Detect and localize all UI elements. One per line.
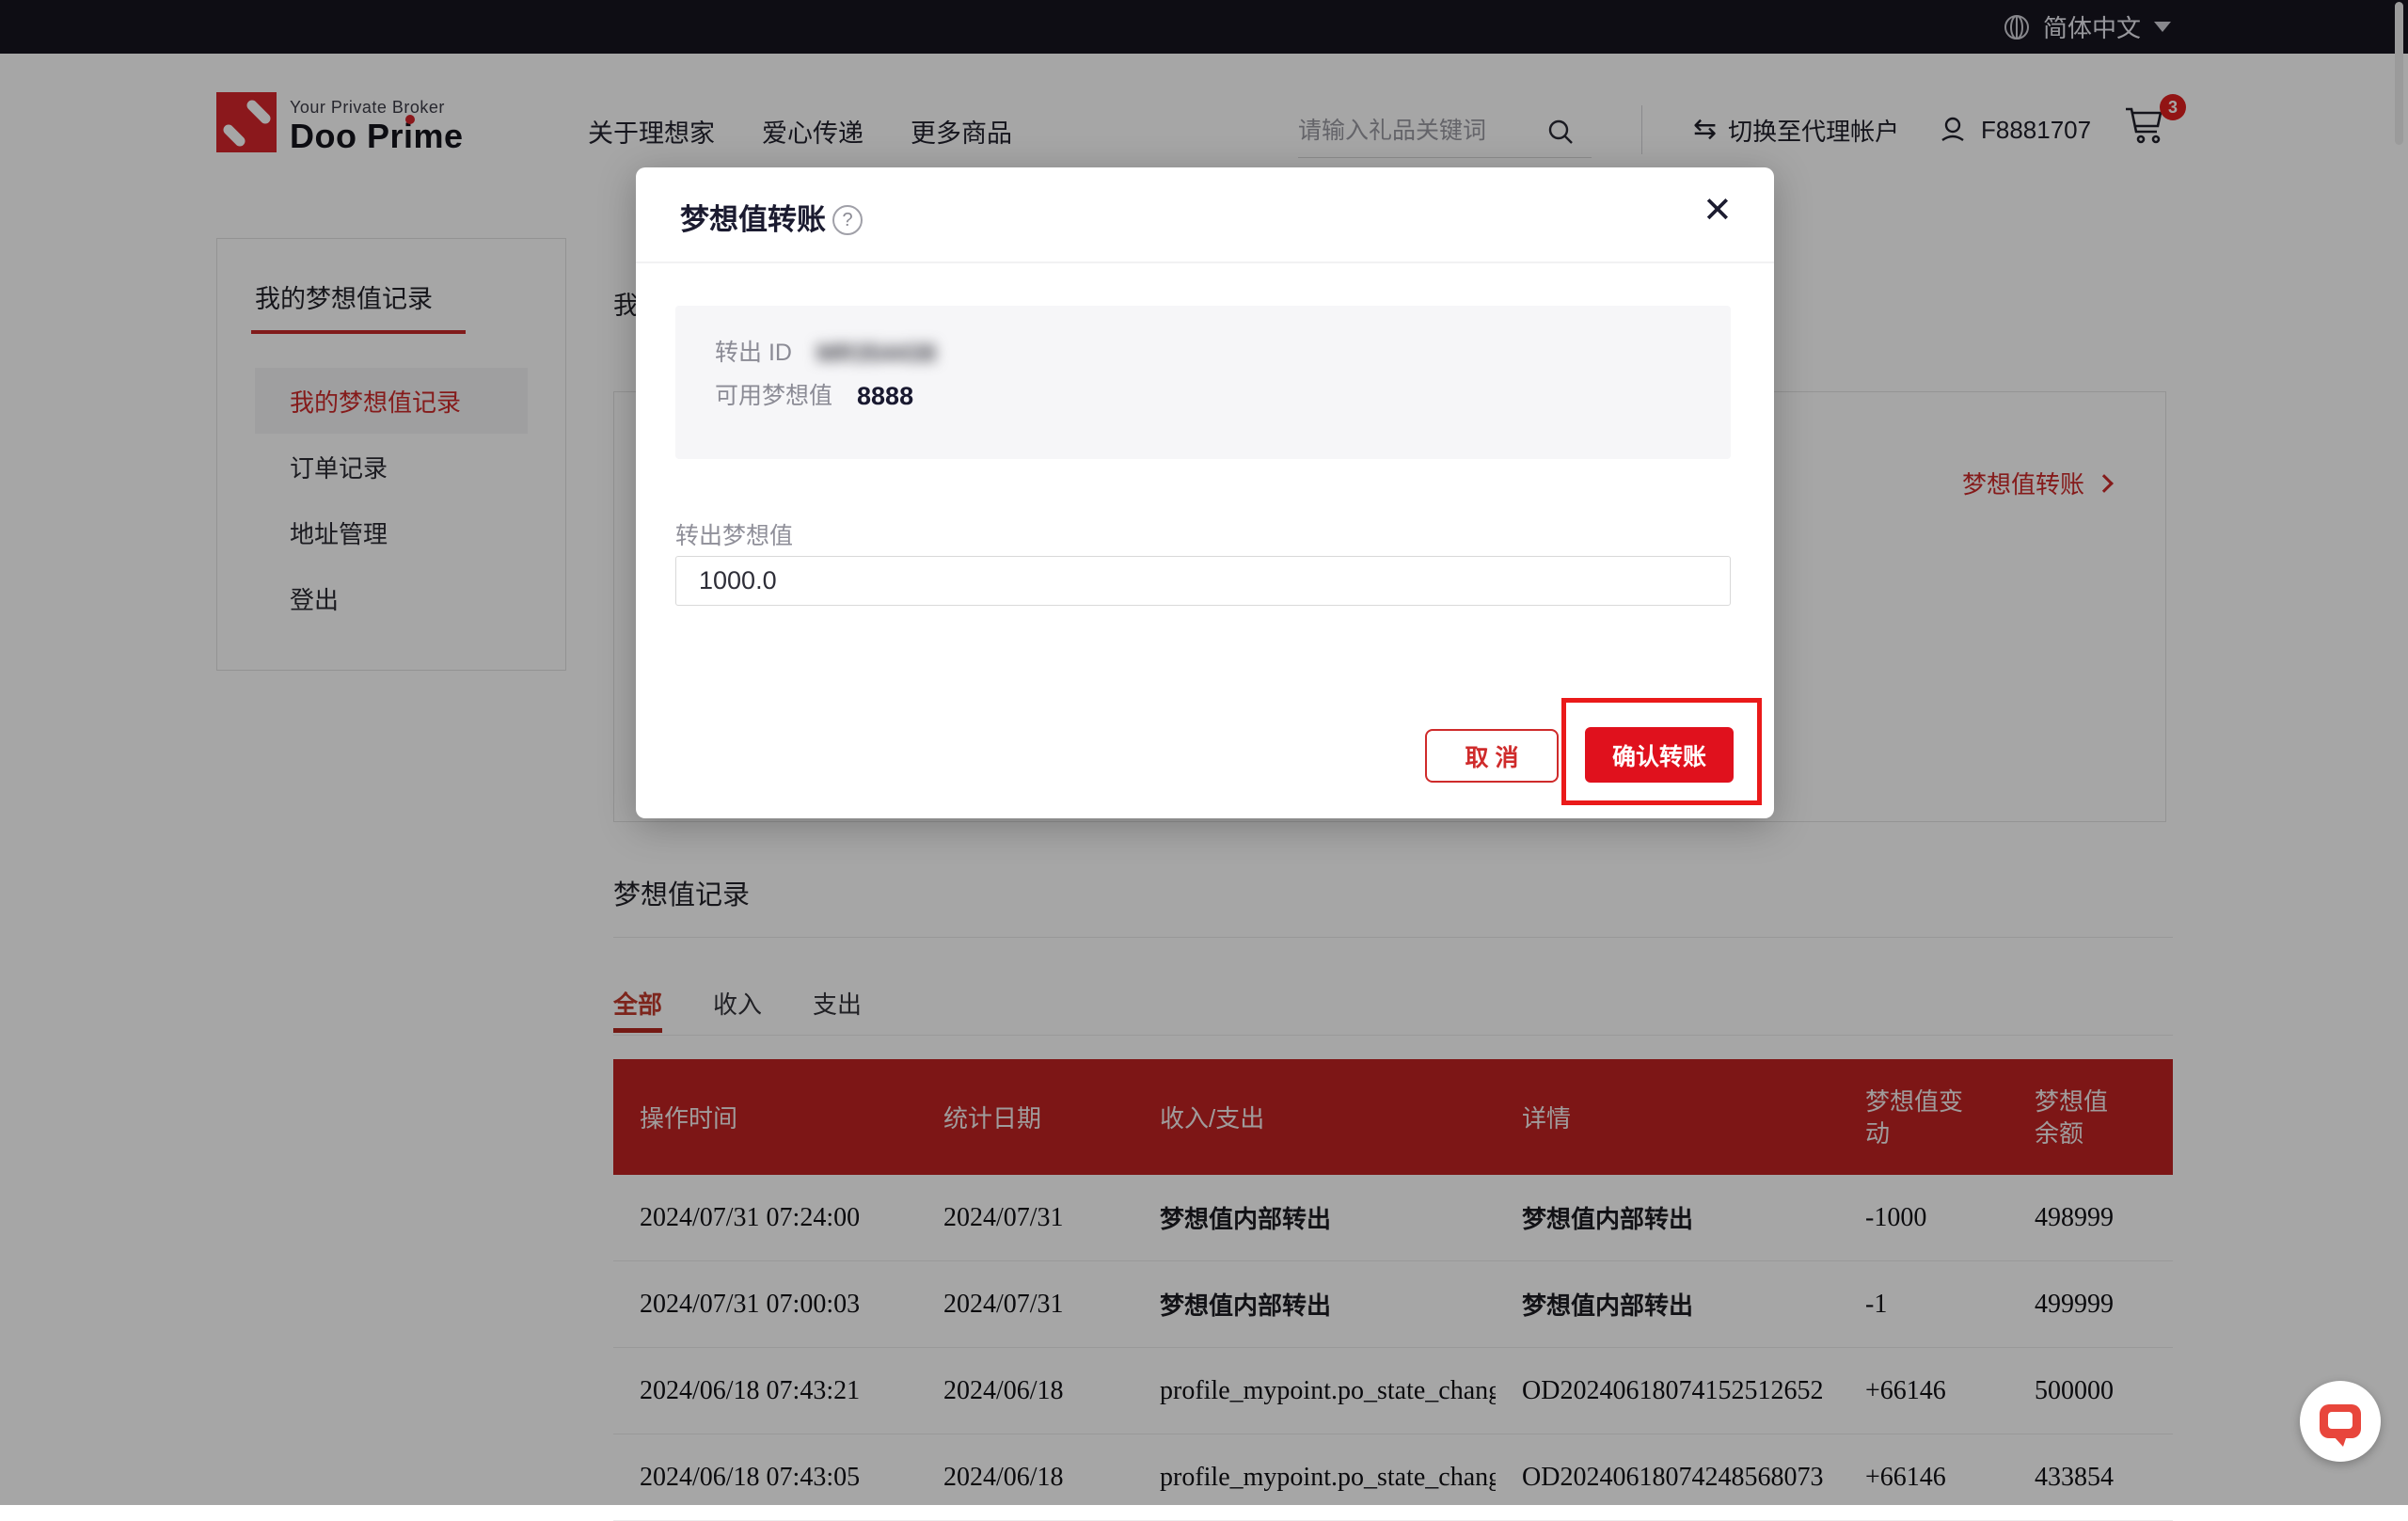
chat-bubble-icon — [2320, 1404, 2361, 1438]
transfer-id-label: 转出 ID — [715, 338, 792, 368]
available-dream-value: 8888 — [857, 381, 913, 411]
modal-title: 梦想值转账 — [680, 196, 826, 238]
transfer-info-box: 转出 ID MR354438 可用梦想值 8888 — [675, 306, 1731, 459]
scrollbar-thumb[interactable] — [2395, 2, 2403, 145]
transfer-modal: 梦想值转账 ? ✕ 转出 ID MR354438 可用梦想值 8888 转出梦想… — [636, 167, 1774, 818]
transfer-id-value: MR354438 — [816, 338, 936, 368]
available-dream-value-label: 可用梦想值 — [715, 381, 832, 411]
transfer-amount-input[interactable] — [675, 556, 1731, 606]
cancel-button[interactable]: 取 消 — [1425, 729, 1559, 783]
modal-divider — [636, 261, 1774, 263]
live-chat-button[interactable] — [2300, 1381, 2381, 1462]
close-icon[interactable]: ✕ — [1703, 192, 1733, 230]
transfer-amount-label: 转出梦想值 — [675, 517, 793, 551]
confirm-transfer-button[interactable]: 确认转账 — [1585, 727, 1734, 783]
help-icon[interactable]: ? — [832, 205, 863, 235]
